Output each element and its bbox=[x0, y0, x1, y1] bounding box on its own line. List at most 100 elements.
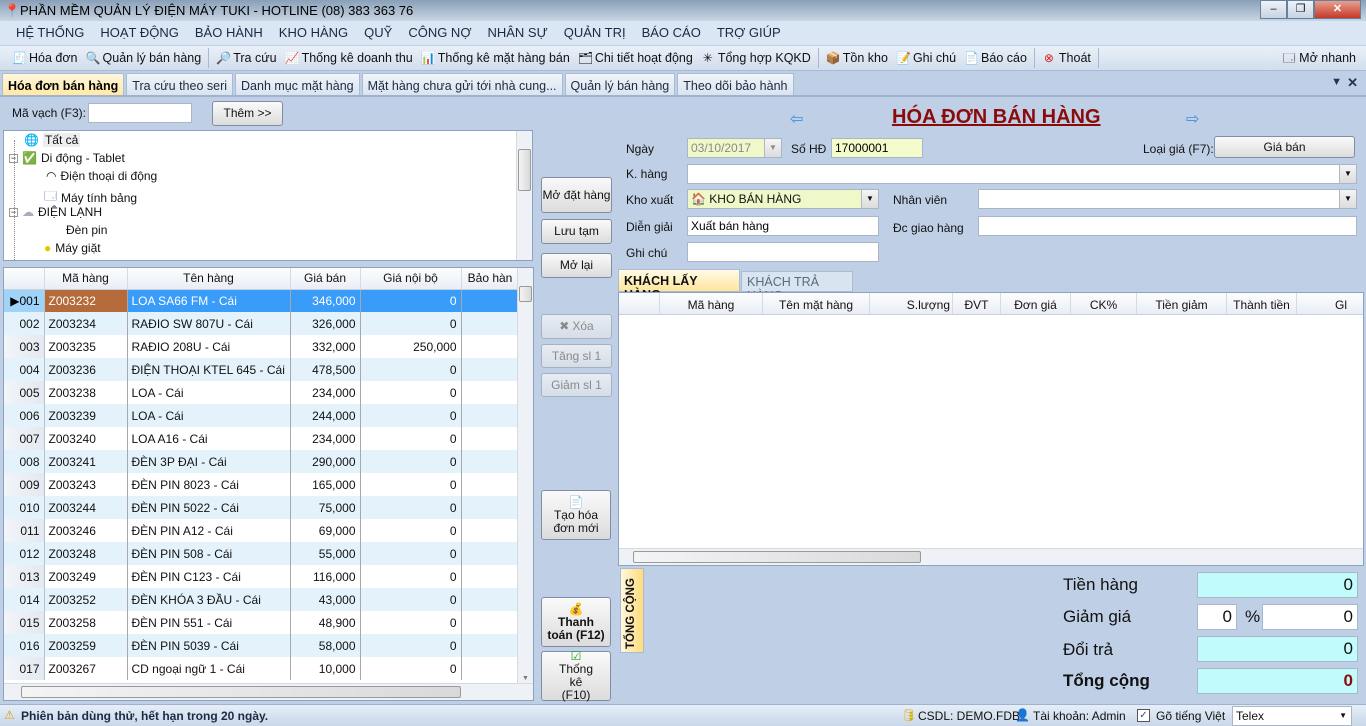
date-picker[interactable]: 03/10/2017 ▼ bbox=[687, 138, 782, 158]
discount-amount-field[interactable]: 0 bbox=[1262, 604, 1358, 630]
table-row[interactable]: 012 Z003248 ĐÈN PIN 508 - Cái 55,000 0 bbox=[4, 542, 520, 565]
product-grid-hscroll[interactable] bbox=[4, 683, 533, 700]
table-row[interactable]: 010 Z003244 ĐÈN PIN 5022 - Cái 75,000 0 bbox=[4, 496, 520, 519]
add-more-button[interactable]: Thêm >> bbox=[212, 101, 283, 126]
table-row[interactable]: 009 Z003243 ĐÈN PIN 8023 - Cái 165,000 0 bbox=[4, 473, 520, 496]
col-internal-price[interactable]: Giá nội bộ bbox=[360, 268, 462, 290]
table-row[interactable]: 005 Z003238 LOA - Cái 234,000 0 bbox=[4, 381, 520, 404]
warehouse-combobox[interactable]: 🏠 KHO BÁN HÀNG ▼ bbox=[687, 189, 879, 209]
increase-qty-button[interactable]: Tăng sl 1 bbox=[541, 344, 612, 368]
chevron-down-icon[interactable]: ▼ bbox=[1339, 190, 1356, 208]
reopen-button[interactable]: Mở lại bbox=[541, 253, 612, 278]
tab-list-dropdown-icon[interactable]: ▼ bbox=[1331, 76, 1342, 88]
menu-bao-hanh[interactable]: BẢO HÀNH bbox=[187, 21, 271, 45]
close-tab-icon[interactable]: ✕ bbox=[1347, 75, 1358, 91]
save-draft-button[interactable]: Lưu tạm bbox=[541, 219, 612, 244]
decrease-qty-button[interactable]: Giảm sl 1 bbox=[541, 373, 612, 397]
toolbar-exit-button[interactable]: ⊗ Thoát bbox=[1038, 51, 1095, 65]
toolbar-sales-manage-button[interactable]: 🔍 Quản lý bán hàng bbox=[82, 51, 206, 65]
chevron-down-icon[interactable]: ▼ bbox=[764, 139, 781, 157]
table-row[interactable]: 013 Z003249 ĐÈN PIN C123 - Cái 116,000 0 bbox=[4, 565, 520, 588]
minimize-button[interactable]: – bbox=[1260, 0, 1287, 19]
col-line-unit-price[interactable]: Đơn giá bbox=[1001, 293, 1071, 314]
menu-tro-giup[interactable]: TRỢ GIÚP bbox=[709, 21, 789, 45]
next-invoice-arrow-icon[interactable]: ⇨ bbox=[1186, 109, 1199, 129]
col-line-name[interactable]: Tên mặt hàng bbox=[763, 293, 870, 314]
tab-serial-lookup[interactable]: Tra cứu theo seri bbox=[126, 73, 234, 95]
tab-sales-invoice[interactable]: Hóa đơn bán hàng bbox=[2, 73, 125, 95]
price-type-button[interactable]: Giá bán bbox=[1214, 136, 1355, 158]
tab-warranty-tracking[interactable]: Theo dõi bảo hành bbox=[677, 73, 794, 95]
tree-node-phones[interactable]: ◠ Điện thoại di động bbox=[46, 169, 157, 183]
invoice-no-field[interactable] bbox=[831, 138, 923, 158]
close-button[interactable]: ✕ bbox=[1314, 0, 1361, 19]
col-line-qty[interactable]: S.lượng bbox=[870, 293, 953, 314]
toolbar-revenue-button[interactable]: 📈 Thống kê doanh thu bbox=[281, 51, 417, 65]
col-line-discount-pct[interactable]: CK% bbox=[1071, 293, 1137, 314]
col-line-note[interactable]: Gl bbox=[1297, 293, 1347, 314]
chevron-down-icon[interactable]: ▼ bbox=[1339, 707, 1347, 725]
toolbar-stock-button[interactable]: 📦 Tồn kho bbox=[822, 51, 892, 65]
table-row[interactable]: 008 Z003241 ĐÈN 3P ĐẠI - Cái 290,000 0 bbox=[4, 450, 520, 473]
totals-tab[interactable]: TỔNG CỘNG bbox=[620, 568, 644, 653]
toolbar-summary-button[interactable]: ✳ Tổng hợp KQKD bbox=[697, 51, 815, 65]
menu-nhan-su[interactable]: NHÂN SỰ bbox=[479, 21, 555, 45]
new-invoice-button[interactable]: 📄 Tạo hóa đơn mới bbox=[541, 490, 611, 540]
chevron-down-icon[interactable]: ▼ bbox=[1339, 165, 1356, 183]
tab-sales-manage[interactable]: Quản lý bán hàng bbox=[564, 73, 676, 95]
previous-invoice-arrow-icon[interactable]: ⇦ bbox=[790, 109, 803, 129]
tab-unsent-items[interactable]: Mặt hàng chưa gửi tới nhà cung... bbox=[361, 73, 563, 95]
table-row[interactable]: 004 Z003236 ĐIỆN THOẠI KTEL 645 - Cái 478,5… bbox=[4, 358, 520, 381]
menu-hoat-dong[interactable]: HOẠT ĐỘNG bbox=[92, 21, 187, 45]
menu-kho-hang[interactable]: KHO HÀNG bbox=[271, 21, 356, 45]
note-field[interactable] bbox=[687, 242, 879, 262]
table-row[interactable]: 003 Z003235 RAĐIO 208U - Cái 332,000 250,000 bbox=[4, 335, 520, 358]
col-item-code[interactable]: Mã hàng bbox=[44, 268, 128, 290]
table-row[interactable]: 006 Z003239 LOA - Cái 244,000 0 bbox=[4, 404, 520, 427]
product-grid-vscroll[interactable]: ▼ bbox=[517, 268, 533, 684]
tree-node-washing-machine[interactable]: ● Máy giặt bbox=[44, 241, 101, 255]
col-line-discount-amount[interactable]: Tiền giảm bbox=[1137, 293, 1227, 314]
col-line-code[interactable]: Mã hàng bbox=[660, 293, 763, 314]
menu-quan-tri[interactable]: QUẢN TRỊ bbox=[556, 21, 634, 45]
toolbar-invoice-button[interactable]: 🧾 Hóa đơn bbox=[8, 51, 82, 65]
vietnamese-typing-checkbox[interactable]: ✓ bbox=[1137, 709, 1150, 722]
tree-node-mobile-tablet[interactable]: − ✅ Di động - Tablet bbox=[9, 151, 125, 165]
table-row[interactable]: 016 Z003259 ĐÈN PIN 5039 - Cái 58,000 0 bbox=[4, 634, 520, 657]
toolbar-search-button[interactable]: 🔎 Tra cứu bbox=[212, 51, 280, 65]
tab-customer-returns[interactable]: KHÁCH TRẢ HÀNG bbox=[741, 271, 853, 303]
col-sale-price[interactable]: Giá bán bbox=[290, 268, 361, 290]
table-row[interactable]: 015 Z003258 ĐÈN PIN 551 - Cái 48,900 0 bbox=[4, 611, 520, 634]
table-row[interactable]: ▶001 Z003232 LOA SA66 FM - Cái 346,000 0 bbox=[4, 289, 520, 312]
table-row[interactable]: 002 Z003234 RAĐIO SW 807U - Cái 326,000 0 bbox=[4, 312, 520, 335]
collapse-icon[interactable]: − bbox=[9, 207, 18, 217]
collapse-icon[interactable]: − bbox=[9, 153, 18, 163]
invoice-lines-hscroll[interactable] bbox=[619, 548, 1363, 565]
col-warranty[interactable]: Bảo hàn bbox=[461, 268, 520, 290]
staff-combobox[interactable]: ▼ bbox=[978, 189, 1357, 209]
table-row[interactable]: 017 Z003267 CD ngoại ngữ 1 - Cái 10,000 0 bbox=[4, 657, 520, 680]
col-item-name[interactable]: Tên hàng bbox=[127, 268, 291, 290]
table-row[interactable]: 011 Z003246 ĐÈN PIN A12 - Cái 69,000 0 bbox=[4, 519, 520, 542]
table-row[interactable]: 007 Z003240 LOA A16 - Cái 234,000 0 bbox=[4, 427, 520, 450]
quick-open-button[interactable]: 🗔 Mở nhanh bbox=[1278, 51, 1360, 65]
menu-he-thong[interactable]: HỆ THỐNG bbox=[8, 21, 92, 45]
tree-scrollbar[interactable] bbox=[516, 131, 532, 260]
tree-node-refrigeration[interactable]: − ☁ ĐIỆN LẠNH bbox=[9, 205, 102, 219]
discount-percent-field[interactable]: 0 bbox=[1197, 604, 1237, 630]
stats-button[interactable]: ☑ Thống kê (F10) bbox=[541, 650, 611, 702]
table-row[interactable]: 014 Z003252 ĐÈN KHÓA 3 ĐẦU - Cái 43,000 0 bbox=[4, 588, 520, 611]
restore-button[interactable]: ❐ bbox=[1287, 0, 1314, 19]
toolbar-report-button[interactable]: 📄 Báo cáo bbox=[960, 51, 1031, 65]
menu-bao-cao[interactable]: BÁO CÁO bbox=[634, 21, 709, 45]
description-field[interactable] bbox=[687, 216, 879, 236]
customer-combobox[interactable]: ▼ bbox=[687, 164, 1357, 184]
col-line-unit[interactable]: ĐVT bbox=[953, 293, 1001, 314]
menu-quy[interactable]: QUỸ bbox=[356, 21, 400, 45]
barcode-input[interactable] bbox=[88, 103, 192, 123]
toolbar-activity-button[interactable]: 🗂 Chi tiết hoạt động bbox=[574, 51, 697, 65]
col-line-total[interactable]: Thành tiền bbox=[1227, 293, 1297, 314]
toolbar-items-sold-button[interactable]: 📊 Thống kê mặt hàng bán bbox=[417, 51, 574, 65]
tree-node-all[interactable]: 🌐 Tất cả bbox=[24, 133, 81, 147]
input-method-select[interactable]: Telex ▼ bbox=[1232, 706, 1352, 726]
